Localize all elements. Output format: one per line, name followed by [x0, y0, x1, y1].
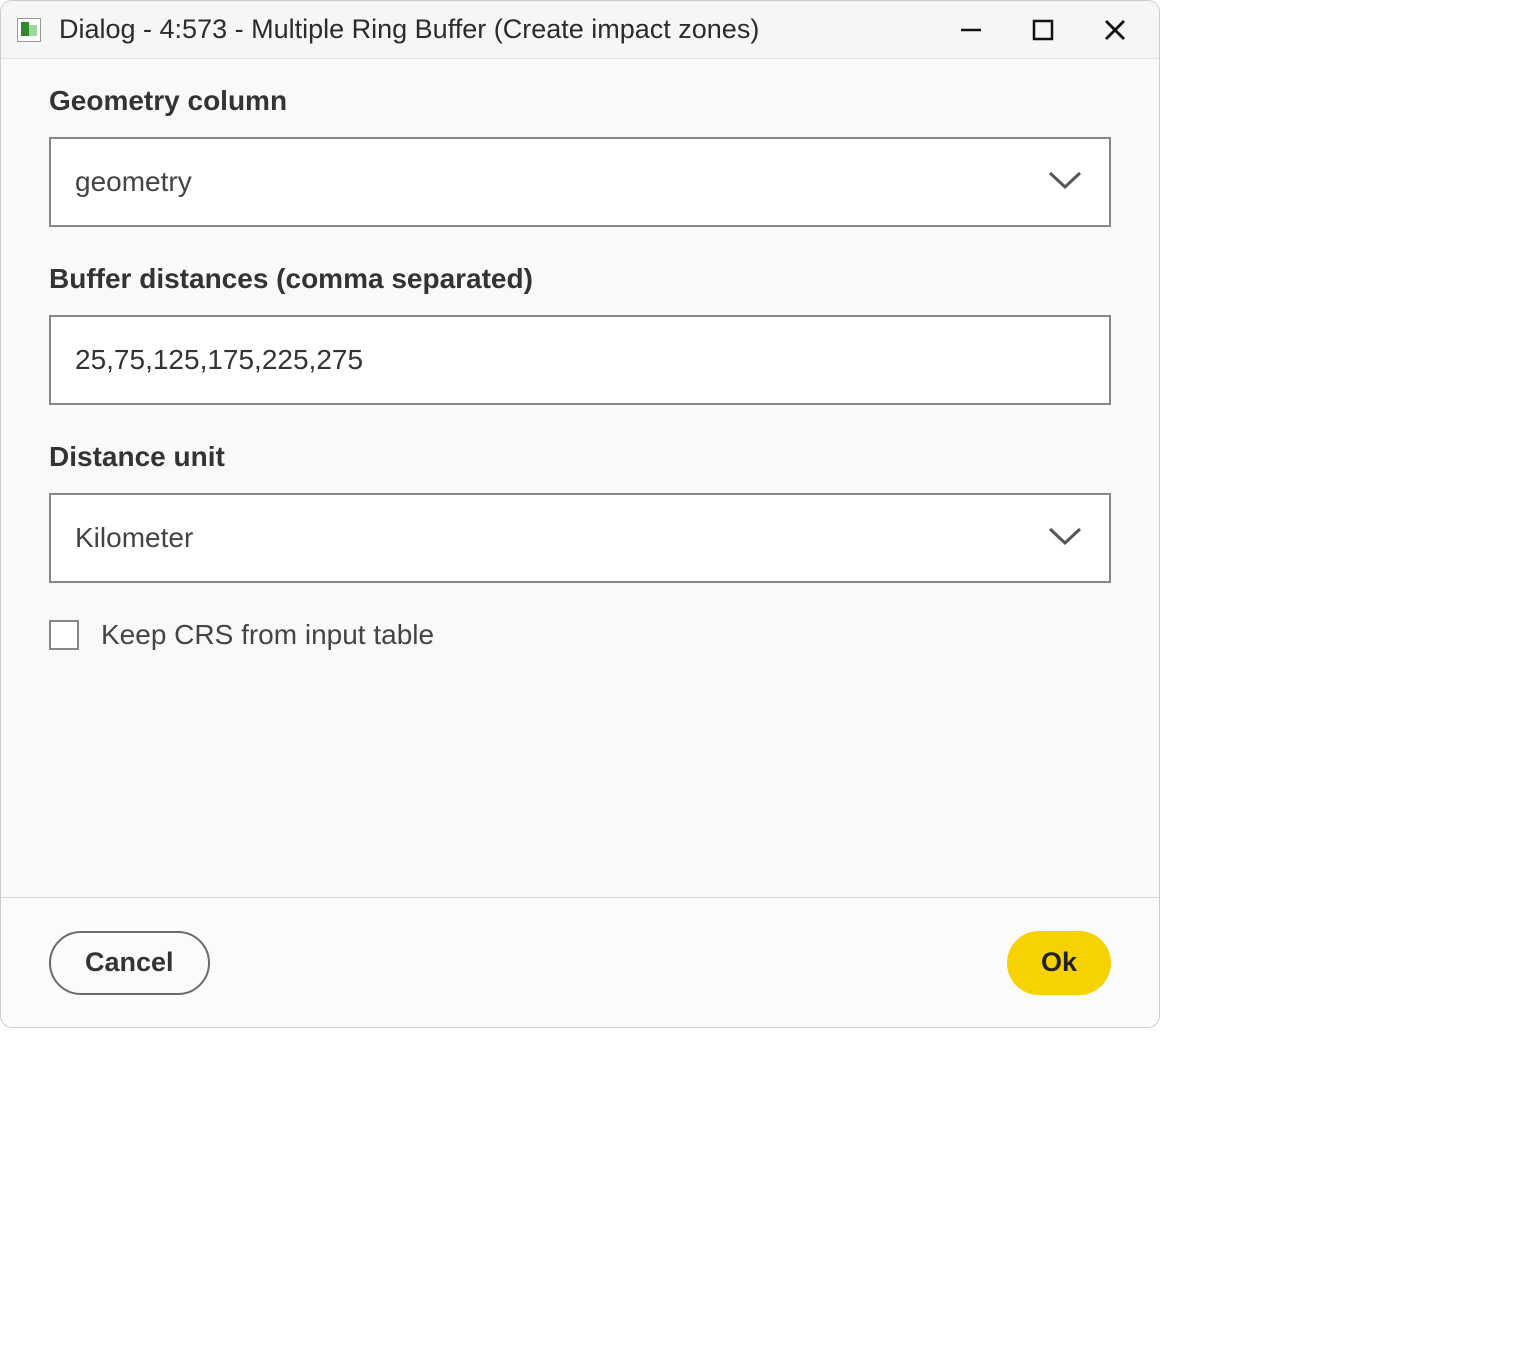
maximize-button[interactable]: [1007, 2, 1079, 58]
chevron-down-icon: [1047, 166, 1083, 198]
dialog-body: Geometry column geometry Buffer distance…: [1, 59, 1159, 671]
titlebar: Dialog - 4:573 - Multiple Ring Buffer (C…: [1, 1, 1159, 59]
window-controls: [935, 2, 1151, 58]
unit-value: Kilometer: [75, 522, 193, 554]
close-button[interactable]: [1079, 2, 1151, 58]
geometry-select[interactable]: geometry: [49, 137, 1111, 227]
minimize-icon: [958, 17, 984, 43]
ok-button[interactable]: Ok: [1007, 931, 1111, 995]
distances-input-wrapper: [49, 315, 1111, 405]
window-title: Dialog - 4:573 - Multiple Ring Buffer (C…: [59, 14, 935, 45]
unit-select[interactable]: Kilometer: [49, 493, 1111, 583]
keep-crs-label: Keep CRS from input table: [101, 619, 434, 651]
geometry-value: geometry: [75, 166, 192, 198]
geometry-label: Geometry column: [49, 85, 1111, 117]
dialog-footer: Cancel Ok: [1, 897, 1159, 1027]
close-icon: [1102, 17, 1128, 43]
ok-button-label: Ok: [1041, 947, 1077, 978]
keep-crs-checkbox[interactable]: [49, 620, 79, 650]
maximize-icon: [1031, 18, 1055, 42]
distances-label: Buffer distances (comma separated): [49, 263, 1111, 295]
minimize-button[interactable]: [935, 2, 1007, 58]
keep-crs-row: Keep CRS from input table: [49, 619, 1111, 651]
dialog-window: Dialog - 4:573 - Multiple Ring Buffer (C…: [0, 0, 1160, 1028]
chevron-down-icon: [1047, 522, 1083, 554]
cancel-button-label: Cancel: [85, 947, 174, 978]
cancel-button[interactable]: Cancel: [49, 931, 210, 995]
unit-label: Distance unit: [49, 441, 1111, 473]
app-icon: [17, 18, 41, 42]
distances-input[interactable]: [75, 344, 1085, 376]
